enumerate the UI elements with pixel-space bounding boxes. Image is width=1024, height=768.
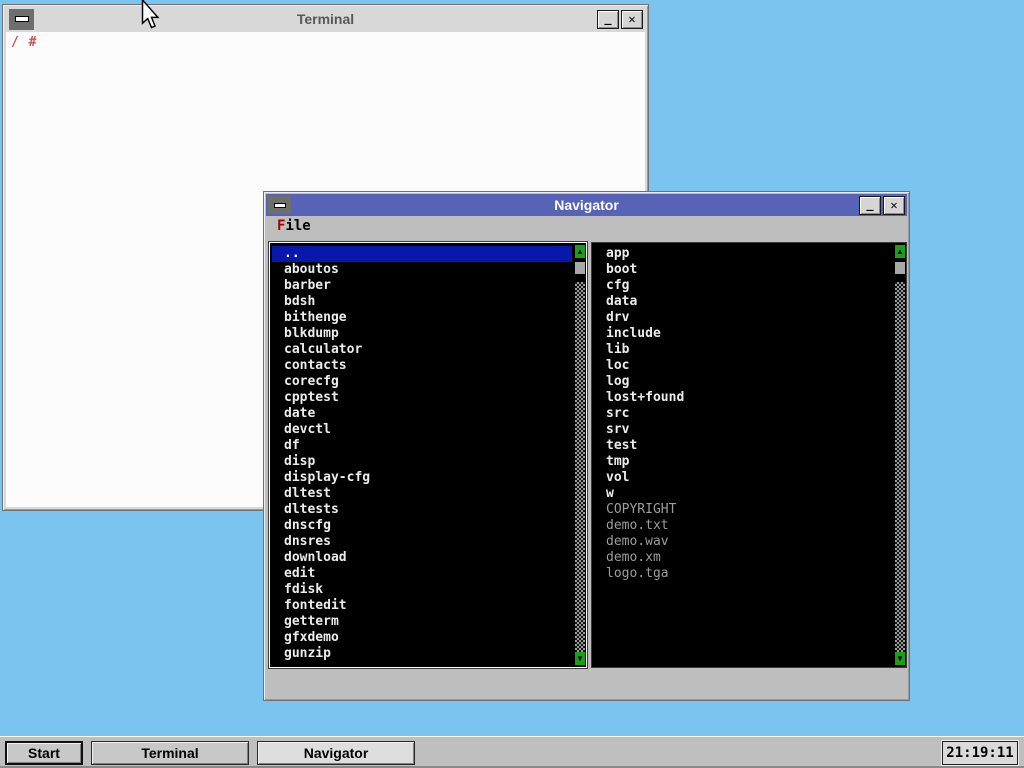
scrollbar-track[interactable] (575, 282, 585, 652)
list-item[interactable]: download (272, 550, 572, 566)
list-item[interactable]: gunzip (272, 646, 572, 662)
navigator-title: Navigator (266, 197, 907, 213)
list-item[interactable]: lost+found (594, 390, 892, 406)
scrollbar-thumb[interactable] (575, 262, 585, 274)
menu-bar: File (266, 217, 907, 234)
file-list-left: ..aboutosbarberbdshbithengeblkdumpcalcul… (272, 246, 572, 664)
window-menu-icon (274, 203, 286, 208)
scroll-up-icon[interactable]: ▲ (895, 245, 905, 258)
list-item[interactable]: aboutos (272, 262, 572, 278)
navigator-close-button[interactable]: ✕ (883, 196, 905, 215)
window-menu-icon (15, 16, 29, 22)
navigator-titlebar[interactable]: Navigator _ ✕ (266, 194, 907, 216)
list-item[interactable]: df (272, 438, 572, 454)
scroll-down-icon[interactable]: ▼ (895, 652, 905, 665)
list-item[interactable]: fdisk (272, 582, 572, 598)
list-item[interactable]: dltest (272, 486, 572, 502)
list-item[interactable]: .. (272, 246, 572, 262)
menu-file[interactable]: File (266, 218, 311, 234)
list-item[interactable]: include (594, 326, 892, 342)
start-button[interactable]: Start (5, 741, 83, 765)
list-item[interactable]: vol (594, 470, 892, 486)
list-item[interactable]: barber (272, 278, 572, 294)
list-item[interactable]: log (594, 374, 892, 390)
close-icon: ✕ (890, 198, 897, 212)
scrollbar-left[interactable]: ▲ ▼ (575, 245, 585, 665)
scroll-down-icon[interactable]: ▼ (575, 652, 585, 665)
close-icon: ✕ (628, 12, 635, 26)
navigator-window-menu-button[interactable] (268, 196, 291, 214)
terminal-minimize-button[interactable]: _ (597, 10, 619, 29)
list-item[interactable]: loc (594, 358, 892, 374)
menu-file-rest: ile (285, 218, 310, 234)
list-item[interactable]: cpptest (272, 390, 572, 406)
terminal-window-menu-button[interactable] (9, 9, 34, 30)
navigator-window: Navigator _ ✕ File ..aboutosbarberbdshbi… (263, 191, 910, 701)
list-item[interactable]: logo.tga (594, 566, 892, 582)
list-item[interactable]: bdsh (272, 294, 572, 310)
scrollbar-track[interactable] (895, 282, 905, 652)
list-item[interactable]: blkdump (272, 326, 572, 342)
list-item[interactable]: corecfg (272, 374, 572, 390)
list-item[interactable]: boot (594, 262, 892, 278)
list-item[interactable]: srv (594, 422, 892, 438)
list-item[interactable]: disp (272, 454, 572, 470)
list-item[interactable]: dltests (272, 502, 572, 518)
list-item[interactable]: dnscfg (272, 518, 572, 534)
list-item[interactable]: display-cfg (272, 470, 572, 486)
list-item[interactable]: date (272, 406, 572, 422)
terminal-controls: _ ✕ (597, 10, 643, 29)
list-item[interactable]: src (594, 406, 892, 422)
list-item[interactable]: data (594, 294, 892, 310)
terminal-close-button[interactable]: ✕ (621, 10, 643, 29)
list-item[interactable]: devctl (272, 422, 572, 438)
list-item[interactable]: w (594, 486, 892, 502)
list-item[interactable]: demo.xm (594, 550, 892, 566)
list-item[interactable]: lib (594, 342, 892, 358)
list-item[interactable]: demo.txt (594, 518, 892, 534)
desktop: { "desktop": { "background_color": "#7CC… (0, 0, 1024, 768)
list-item[interactable]: contacts (272, 358, 572, 374)
list-item[interactable]: test (594, 438, 892, 454)
minimize-icon: _ (604, 11, 611, 25)
list-item[interactable]: calculator (272, 342, 572, 358)
scrollbar-right[interactable]: ▲ ▼ (895, 245, 905, 665)
clock: 21:19:11 (942, 741, 1018, 765)
list-item[interactable]: COPYRIGHT (594, 502, 892, 518)
terminal-titlebar[interactable]: Terminal _ ✕ (5, 7, 646, 31)
terminal-title: Terminal (5, 11, 646, 27)
file-panel-right: appbootcfgdatadrvincludeliblocloglost+fo… (591, 242, 907, 668)
list-item[interactable]: fontedit (272, 598, 572, 614)
list-item[interactable]: edit (272, 566, 572, 582)
taskbar-button-navigator[interactable]: Navigator (257, 741, 415, 765)
scrollbar-thumb[interactable] (895, 262, 905, 274)
taskbar: Start Terminal Navigator 21:19:11 (0, 736, 1024, 768)
list-item[interactable]: app (594, 246, 892, 262)
list-item[interactable]: tmp (594, 454, 892, 470)
list-item[interactable]: gfxdemo (272, 630, 572, 646)
navigator-controls: _ ✕ (859, 196, 905, 215)
list-item[interactable]: bithenge (272, 310, 572, 326)
file-panel-left: ..aboutosbarberbdshbithengeblkdumpcalcul… (269, 242, 587, 668)
taskbar-button-terminal[interactable]: Terminal (91, 741, 249, 765)
list-item[interactable]: getterm (272, 614, 572, 630)
terminal-prompt: / # (11, 35, 37, 50)
file-list-right: appbootcfgdatadrvincludeliblocloglost+fo… (594, 246, 892, 664)
list-item[interactable]: dnsres (272, 534, 572, 550)
scroll-up-icon[interactable]: ▲ (575, 245, 585, 258)
list-item[interactable]: demo.wav (594, 534, 892, 550)
list-item[interactable]: drv (594, 310, 892, 326)
navigator-minimize-button[interactable]: _ (859, 196, 881, 215)
minimize-icon: _ (866, 197, 873, 211)
list-item[interactable]: cfg (594, 278, 892, 294)
